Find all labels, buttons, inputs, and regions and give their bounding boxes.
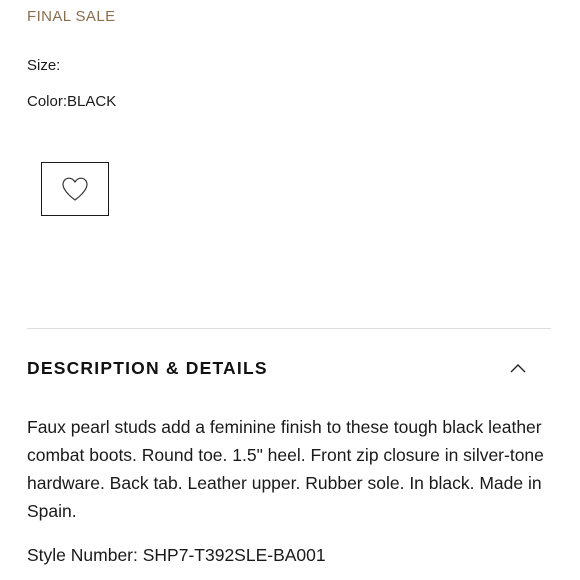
style-number-value: SHP7-T392SLE-BA001: [142, 545, 326, 565]
style-number-label: Style Number:: [27, 545, 138, 565]
heart-outline-icon: [62, 177, 88, 201]
final-sale-badge: FINAL SALE: [27, 8, 116, 25]
description-details-title: DESCRIPTION & DETAILS: [27, 357, 268, 378]
color-value: BLACK: [67, 93, 117, 110]
color-selector-label: Color:BLACK: [27, 93, 116, 110]
size-label: Size:: [27, 57, 61, 74]
style-number: Style Number: SHP7-T392SLE-BA001: [27, 545, 326, 566]
description-details-accordion-toggle[interactable]: DESCRIPTION & DETAILS: [27, 350, 527, 386]
color-label: Color:: [27, 93, 68, 110]
chevron-up-icon[interactable]: [509, 362, 527, 374]
section-divider: [27, 328, 551, 329]
add-to-wishlist-button[interactable]: [41, 162, 109, 216]
product-description: Faux pearl studs add a feminine finish t…: [27, 417, 544, 521]
size-selector-label: Size:: [27, 57, 60, 74]
